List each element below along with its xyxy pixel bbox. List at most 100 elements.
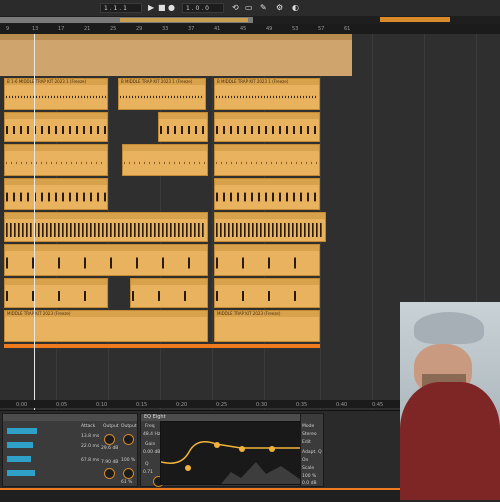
record-icon[interactable]: ●: [168, 2, 175, 14]
gain-value[interactable]: 0.0 dB: [302, 481, 317, 486]
stop-icon[interactable]: ■: [158, 2, 166, 14]
adaptq-label: Adapt. Q: [302, 450, 322, 455]
clip-title: [215, 279, 319, 285]
capture-icon[interactable]: ◐: [292, 2, 299, 14]
freq-value[interactable]: 48.4 Hz: [143, 432, 160, 437]
position-display[interactable]: 1 . 1 . 1: [100, 3, 142, 13]
q-value[interactable]: 0.71: [143, 470, 153, 475]
freq-label: Freq: [145, 424, 155, 429]
audio-clip[interactable]: [122, 144, 208, 176]
audio-clip[interactable]: B MIDDLE TRAP KIT 2023 1 (Freeze): [118, 78, 206, 110]
person-cap: [414, 312, 484, 344]
audio-clip[interactable]: [4, 112, 108, 142]
selection-range[interactable]: [4, 344, 320, 348]
clip-title: B MIDDLE TRAP KIT 2023 1 (Freeze): [119, 79, 205, 85]
playhead[interactable]: [34, 34, 35, 410]
grid-line: [372, 34, 373, 410]
clip-waveform: [120, 95, 204, 99]
time-tick: 0:05: [56, 402, 68, 408]
clip-waveform: [216, 192, 318, 202]
loop-position-display[interactable]: 1 . 0 . 0: [182, 3, 224, 13]
clip-title: [131, 279, 207, 285]
mode-value[interactable]: Stereo: [302, 432, 317, 437]
automation-icon[interactable]: ✎: [260, 2, 267, 14]
audio-clip[interactable]: MIDDLE TRAP KIT 2023 (Freeze): [214, 310, 320, 342]
ruler-tick: 37: [188, 26, 195, 32]
ruler-tick: 33: [162, 26, 169, 32]
time-ruler[interactable]: 0:00 0:05 0:10 0:15 0:20 0:25 0:30 0:35 …: [0, 400, 400, 408]
audio-clip[interactable]: [158, 112, 208, 142]
clip-title: [5, 245, 207, 251]
eq-band-point[interactable]: [239, 446, 245, 452]
output-knob[interactable]: [123, 434, 134, 445]
param-label: Attack: [81, 424, 96, 429]
audio-clip[interactable]: B 1-6 MIDDLE TRAP KIT 2023 1 (Freeze): [4, 78, 108, 110]
param-label: Output: [103, 424, 119, 429]
gain-value[interactable]: 0.00 dB: [143, 450, 160, 455]
device-chain: Attack 13.8 ms 22.0 ms 67.8 ms Output Ou…: [0, 410, 400, 489]
param-label: Output: [121, 424, 137, 429]
clip-title: [215, 245, 319, 251]
loop-brace[interactable]: [120, 18, 248, 22]
param-value[interactable]: 67.8 ms: [81, 458, 99, 463]
audio-clip[interactable]: [214, 278, 320, 308]
clip-title: [215, 179, 319, 185]
loop-icon[interactable]: ⟲: [232, 2, 239, 14]
audio-clip[interactable]: B MIDDLE TRAP KIT 2023 1 (Freeze): [214, 78, 320, 110]
clip-title: [123, 145, 207, 151]
param-value[interactable]: 100 %: [121, 458, 135, 463]
drywet-knob[interactable]: [123, 468, 134, 479]
eq-display[interactable]: [160, 421, 302, 485]
output-knob[interactable]: [104, 434, 115, 445]
time-tick: 0:30: [256, 402, 268, 408]
eq-band-point[interactable]: [214, 442, 220, 448]
play-icon[interactable]: ▶: [148, 2, 154, 14]
audio-clip[interactable]: [4, 178, 108, 210]
audio-clip[interactable]: [214, 144, 320, 176]
device-title: EQ Eight: [141, 414, 319, 421]
ruler-tick: 21: [84, 26, 91, 32]
level-meter: [7, 470, 35, 476]
eq-band-point[interactable]: [185, 465, 191, 471]
master-clip[interactable]: [0, 34, 352, 76]
clip-title: [215, 113, 319, 119]
ruler-tick: 61: [344, 26, 351, 32]
param-value[interactable]: 29.6 dB: [101, 446, 118, 451]
eq-band-point[interactable]: [269, 446, 275, 452]
time-tick: 0:40: [336, 402, 348, 408]
compressor-device[interactable]: Attack 13.8 ms 22.0 ms 67.8 ms Output Ou…: [2, 413, 138, 487]
param-value[interactable]: 61 %: [121, 480, 132, 485]
ruler-tick: 17: [58, 26, 65, 32]
param-value[interactable]: 22.0 ms: [81, 444, 99, 449]
webcam-overlay: [400, 302, 500, 500]
punch-icon[interactable]: ▭: [245, 2, 253, 14]
amount-knob[interactable]: [104, 468, 115, 479]
clip-title: [215, 145, 319, 151]
param-value[interactable]: 13.8 ms: [81, 434, 99, 439]
settings-icon[interactable]: ⚙: [276, 2, 283, 14]
clip-waveform: [132, 291, 206, 301]
ruler-tick: 41: [214, 26, 221, 32]
audio-clip[interactable]: [130, 278, 208, 308]
clip-title: [5, 279, 107, 285]
clip-title: [159, 113, 207, 119]
adaptq-value[interactable]: On: [302, 458, 308, 463]
param-value[interactable]: 7.90 dB: [101, 460, 118, 465]
audio-clip[interactable]: [214, 112, 320, 142]
audio-clip[interactable]: [214, 178, 320, 210]
clip-title: B MIDDLE TRAP KIT 2023 1 (Freeze): [215, 79, 319, 85]
clip-waveform: [216, 95, 318, 99]
audio-clip[interactable]: [214, 244, 320, 276]
audio-clip[interactable]: [4, 278, 108, 308]
ruler-tick: 13: [32, 26, 39, 32]
clip-title: [5, 113, 107, 119]
audio-clip[interactable]: [4, 144, 108, 176]
arrangement-overview[interactable]: [0, 16, 500, 24]
clip-title: [5, 179, 107, 185]
audio-clip[interactable]: [214, 212, 326, 242]
clip-waveform: [6, 95, 106, 99]
clip-title: B 1-6 MIDDLE TRAP KIT 2023 1 (Freeze): [5, 79, 107, 85]
scale-value[interactable]: 100 %: [302, 474, 316, 479]
edit-label[interactable]: Edit: [302, 440, 311, 445]
clip-waveform: [6, 126, 106, 134]
